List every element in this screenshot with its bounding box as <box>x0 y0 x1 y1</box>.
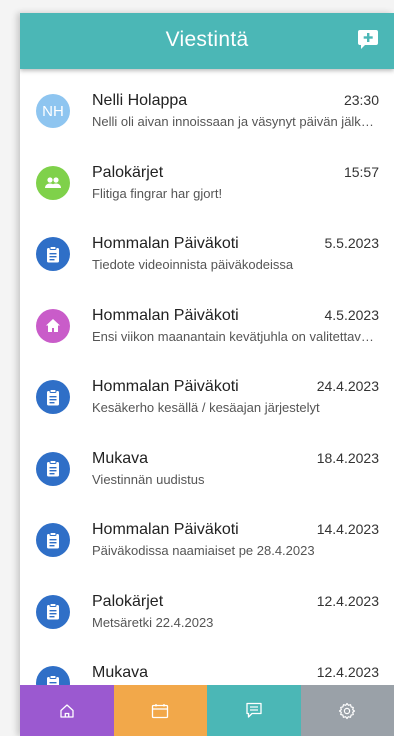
message-icon <box>246 702 262 718</box>
phone-frame: Viestintä NH Nelli Holappa 23:30 Nelli o… <box>0 0 394 736</box>
message-preview: Viestinnän uudistus <box>92 471 205 487</box>
message-row[interactable]: Mukava 18.4.2023 Viestinnän uudistus <box>20 427 394 499</box>
message-preview: Ensi viikon maanantain kevätjuhla on val… <box>92 328 378 344</box>
sender-name: Hommalan Päiväkoti <box>92 235 239 252</box>
clipboard-icon <box>36 237 70 271</box>
settings-icon <box>339 702 356 719</box>
message-row[interactable]: Hommalan Päiväkoti 5.5.2023 Tiedote vide… <box>20 212 394 284</box>
message-time: 12.4.2023 <box>316 664 379 680</box>
sender-name: Mukava <box>92 664 149 681</box>
message-list: NH Nelli Holappa 23:30 Nelli oli aivan i… <box>20 69 394 685</box>
message-row[interactable]: Hommalan Päiväkoti 24.4.2023 Kesäkerho k… <box>20 355 394 427</box>
message-preview: Flitiga fingrar har gjort! <box>92 185 223 201</box>
sender-name: Hommalan Päiväkoti <box>92 306 239 324</box>
compose-message-icon[interactable] <box>357 28 379 50</box>
message-preview: Päiväkodissa naamiaiset pe 28.4.2023 <box>92 543 315 558</box>
message-row[interactable]: Palokärjet 12.4.2023 Metsäretki 22.4.202… <box>20 570 394 642</box>
message-preview: Tiedote videoinnista päiväkodeissa <box>92 257 294 272</box>
app-header: Viestintä <box>20 13 394 69</box>
message-row[interactable]: Mukava 12.4.2023 <box>20 641 394 685</box>
clipboard-icon <box>36 380 70 414</box>
clipboard-icon <box>36 594 70 629</box>
app-screen: Viestintä NH Nelli Holappa 23:30 Nelli o… <box>20 13 394 736</box>
avatar: NH <box>36 94 70 128</box>
message-time: 4.5.2023 <box>324 306 380 323</box>
sender-name: Hommalan Päiväkoti <box>92 521 239 538</box>
sender-name: Nelli Holappa <box>92 92 188 109</box>
nav-home[interactable] <box>20 685 114 736</box>
message-time: 18.4.2023 <box>316 449 379 466</box>
sender-name: Palokärjet <box>92 163 164 181</box>
message-preview: Nelli oli aivan innoissaan ja väsynyt pä… <box>92 114 378 129</box>
group-icon <box>36 165 70 200</box>
clipboard-icon <box>36 451 70 486</box>
calendar-icon <box>152 703 169 718</box>
message-row[interactable]: NH Nelli Holappa 23:30 Nelli oli aivan i… <box>20 69 394 141</box>
nav-calendar[interactable] <box>113 685 207 736</box>
message-row[interactable]: Hommalan Päiväkoti 14.4.2023 Päiväkodiss… <box>20 498 394 570</box>
message-time: 12.4.2023 <box>316 592 379 609</box>
home-icon <box>36 308 70 343</box>
nav-settings[interactable] <box>300 685 394 736</box>
home-icon <box>60 703 74 718</box>
sender-name: Mukava <box>92 449 149 467</box>
avatar-initials: NH <box>42 102 64 120</box>
message-preview: Kesäkerho kesällä / kesäajan järjestelyt <box>92 400 320 415</box>
clipboard-icon <box>36 666 70 685</box>
clipboard-icon <box>36 523 70 557</box>
message-preview: Metsäretki 22.4.2023 <box>92 614 214 630</box>
sender-name: Palokärjet <box>92 592 164 610</box>
message-time: 24.4.2023 <box>316 378 379 394</box>
message-time: 5.5.2023 <box>324 235 380 251</box>
bottom-navigation <box>20 685 394 736</box>
page-title: Viestintä <box>165 28 249 51</box>
message-time: 14.4.2023 <box>316 521 379 537</box>
sender-name: Hommalan Päiväkoti <box>92 378 239 395</box>
nav-messages[interactable] <box>207 685 301 736</box>
message-row[interactable]: Palokärjet 15:57 Flitiga fingrar har gjo… <box>20 141 394 213</box>
message-time: 15:57 <box>343 163 379 180</box>
message-time: 23:30 <box>343 92 379 108</box>
message-row[interactable]: Hommalan Päiväkoti 4.5.2023 Ensi viikon … <box>20 284 394 356</box>
